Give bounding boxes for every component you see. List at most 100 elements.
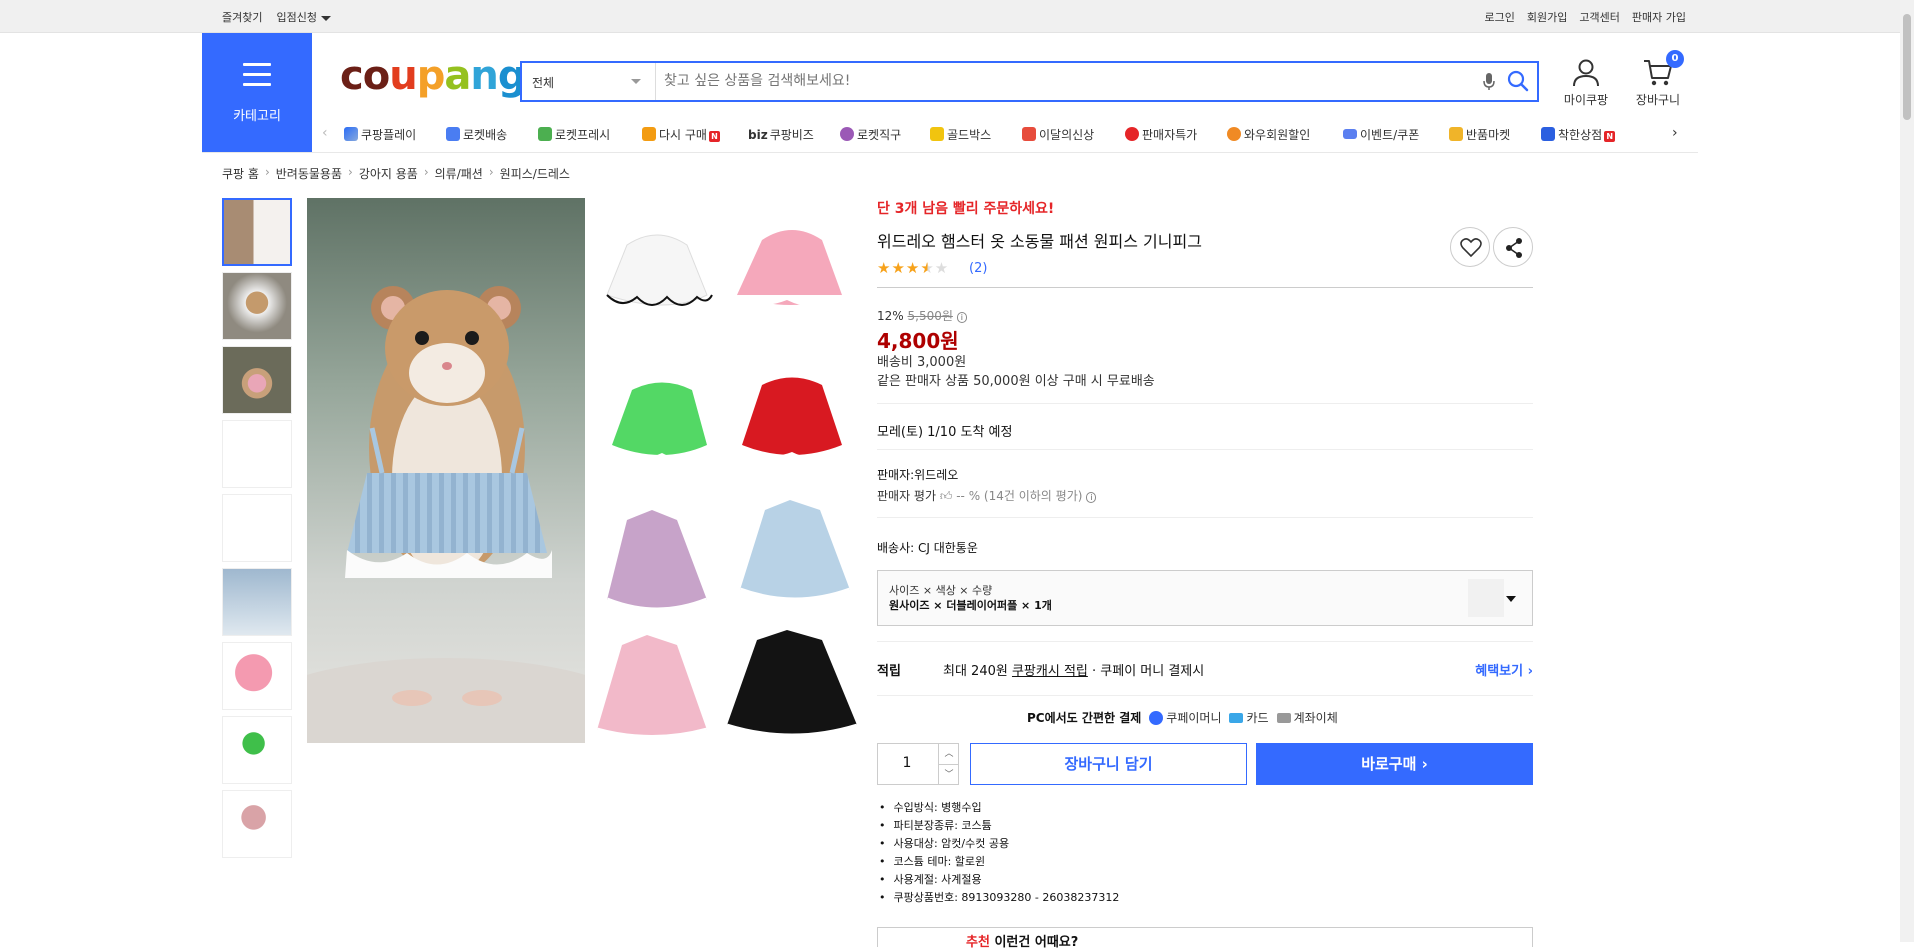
hamster-image [307,286,585,743]
bookmark-link[interactable]: 즐겨찾기 [222,9,262,25]
product-title: 위드레오 햄스터 옷 소동물 패션 원피스 기니피그 [877,232,1202,251]
search-input[interactable] [662,67,1462,95]
search-icon[interactable] [1507,70,1529,92]
breadcrumb-item[interactable]: 강아지 용품 [359,165,418,182]
category-label: 카테고리 [233,109,281,124]
mycoupang-label: 마이쿠팡 [1563,93,1609,107]
original-price: 5,500원 [907,309,953,323]
shortcut-wow-discount[interactable]: 와우회원할인 [1227,126,1310,143]
breadcrumb-item[interactable]: 반려동물용품 [276,165,342,182]
option-selector[interactable]: 사이즈 × 색상 × 수량 원사이즈 × 더블레이어퍼플 × 1개 [877,570,1533,626]
page-scrollbar[interactable] [1900,0,1914,942]
breadcrumb-item[interactable]: 의류/패션 [435,165,483,182]
product-thumbnail[interactable] [222,568,292,636]
bank-transfer: 계좌이체 [1276,709,1338,726]
play-icon [344,127,358,141]
mycoupang-button[interactable]: 마이쿠팡 [1558,58,1614,108]
low-stock-notice: 단 3개 남음 빨리 주문하세요! [877,201,1055,217]
product-thumbnail[interactable] [222,420,292,488]
chevron-down-icon [631,79,641,84]
shortcut-coupang-play[interactable]: 쿠팡플레이 [344,126,416,143]
product-image-gallery[interactable] [587,200,862,740]
shortcut-new-arrivals[interactable]: 이달의신상 [1022,126,1094,143]
add-to-cart-button[interactable]: 장바구니 담기 [970,743,1247,785]
header-divider [202,152,1698,153]
bag-icon [1022,127,1036,141]
chevron-right-icon: › [488,165,494,179]
spec-item: 코스튬 테마: 할로윈 [877,853,1119,871]
shortcut-return-market[interactable]: 반품마켓 [1449,126,1510,143]
breadcrumb-item[interactable]: 원피스/드레스 [500,165,570,182]
divider [877,403,1533,404]
spec-item: 쿠팡상품번호: 8913093280 - 26038237312 [877,889,1120,907]
product-thumbnail[interactable] [222,346,292,414]
review-count-link[interactable]: (2) [969,261,987,276]
card-icon [1229,713,1244,723]
signup-link[interactable]: 회원가입 [1527,9,1567,25]
share-button[interactable] [1493,227,1533,267]
breadcrumb-item[interactable]: 쿠팡 홈 [222,165,259,182]
decrease-quantity-button[interactable]: ﹀ [939,764,959,784]
coupang-logo[interactable]: coupang [340,53,526,99]
coupang-cash-link[interactable]: 쿠팡캐시 적립 [1012,664,1088,679]
breadcrumb: 쿠팡 홈 › 반려동물용품 › 강아지 용품 › 의류/패션 › 원피스/드레스 [222,165,570,182]
product-thumbnail[interactable] [222,642,292,710]
login-link[interactable]: 로그인 [1485,9,1515,25]
divider [877,287,1533,288]
shortcut-good-store[interactable]: 착한상점 N [1541,126,1616,143]
hamburger-icon [243,63,271,93]
info-icon[interactable]: i [1086,492,1097,503]
seller-signup-link[interactable]: 판매자 가입 [1632,9,1686,25]
product-thumbnail[interactable] [222,198,292,266]
cart-label: 장바구니 [1635,93,1681,107]
category-menu-button[interactable]: 카테고리 [202,33,312,153]
shortcut-events-coupons[interactable]: 이벤트/쿠폰 [1343,126,1419,143]
product-thumbnail[interactable] [222,790,292,858]
pc-pay-label: PC에서도 간편한 결제 [1027,711,1142,725]
info-icon[interactable]: i [956,312,967,323]
shortcut-rebuy[interactable]: 다시 구매 N [642,126,720,143]
spec-item: 사용계절: 사계절용 [877,871,1119,889]
search-category-select[interactable]: 전체 [522,63,656,100]
main-product-image[interactable] [307,198,585,743]
shortcut-rocket-global[interactable]: 로켓직구 [840,126,901,143]
thumbs-up-icon: 👍︎ [939,489,953,503]
wishlist-button[interactable] [1450,227,1490,267]
cart-button[interactable]: 장바구니 0 [1630,50,1686,108]
buy-now-button[interactable]: 바로구매 › [1256,743,1533,785]
option-header: 사이즈 × 색상 × 수량 [889,584,993,597]
scrollbar-thumb[interactable] [1903,14,1911,120]
shortcut-goldbox[interactable]: 골드박스 [930,126,991,143]
shortcut-rocket-delivery[interactable]: 로켓배송 [446,126,507,143]
quantity-input[interactable]: 1 [878,755,936,771]
option-thumbnail [1468,579,1504,617]
seller-name[interactable]: 판매자:위드레오 [877,466,958,483]
option-value: 원사이즈 × 더블레이어퍼플 × 1개 [889,599,1052,612]
shop-icon [1541,127,1555,141]
shortcut-seller-deals[interactable]: 판매자특가 [1125,126,1197,143]
carrier: 배송사: CJ 대한통운 [877,541,978,555]
chevron-right-icon: › [264,165,270,179]
arrival-date: 모레(토) 1/10 도착 예정 [877,425,1013,440]
vendor-apply-link[interactable]: 입점신청 [276,9,331,25]
microphone-icon[interactable] [1482,72,1496,92]
spec-item: 파티분장종류: 코스튬 [877,817,1119,835]
customer-center-link[interactable]: 고객센터 [1579,9,1619,25]
product-thumbnail[interactable] [222,272,292,340]
bank-icon [1276,713,1291,723]
chevron-right-icon[interactable]: › [1672,125,1678,141]
view-benefits-link[interactable]: 혜택보기 › [1475,660,1533,679]
share-icon [1506,238,1522,258]
chevron-down-icon [1506,596,1516,602]
increase-quantity-button[interactable]: ︿ [939,744,959,764]
search-category-value: 전체 [532,76,555,90]
shortcut-rocket-fresh[interactable]: 로켓프레시 [538,126,610,143]
star-rating: ★★★★★ [877,259,950,277]
reward-text: 최대 240원 쿠팡캐시 적립 · 쿠페이 머니 결제시 [943,664,1205,679]
product-thumbnail[interactable] [222,494,292,562]
home-icon [642,127,656,141]
quantity-stepper: 1 ︿ ﹀ [877,743,959,785]
product-thumbnail[interactable] [222,716,292,784]
vendor-apply-label: 입점신청 [276,11,317,24]
shortcut-coupang-biz[interactable]: biz 쿠팡비즈 [748,126,814,143]
